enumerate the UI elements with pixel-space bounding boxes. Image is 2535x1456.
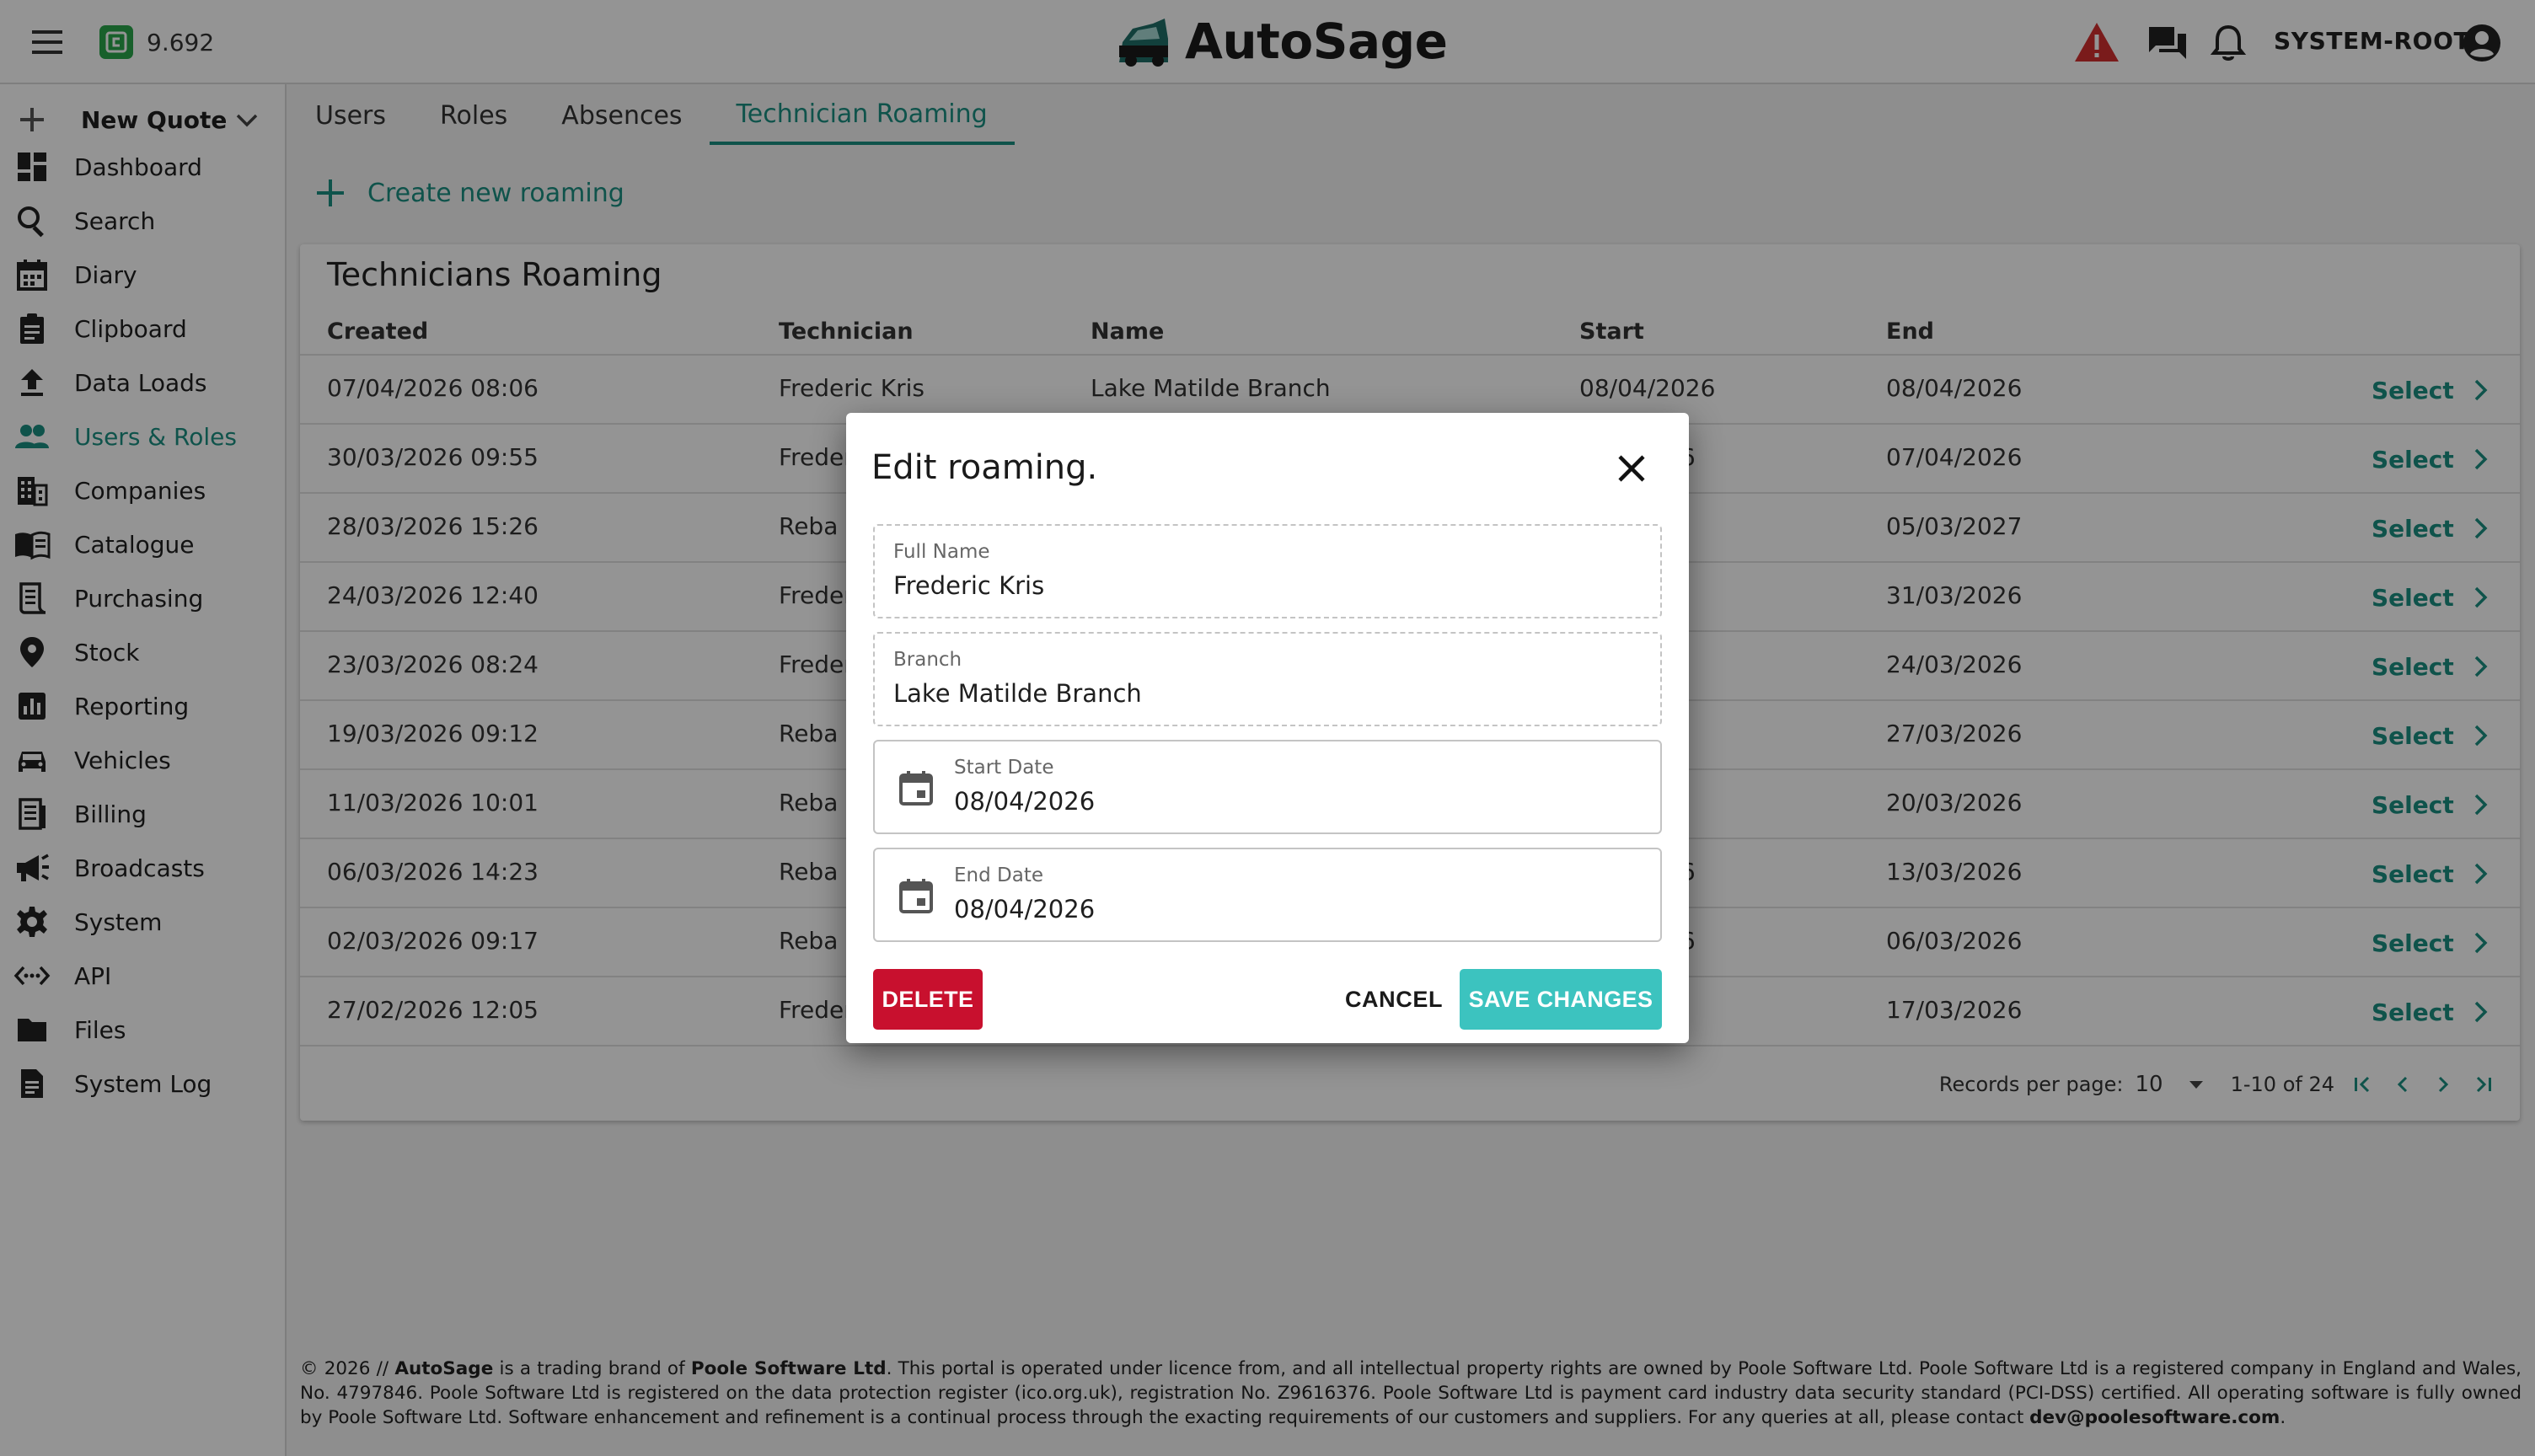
start-date-value: 08/04/2026: [954, 787, 1096, 816]
edit-roaming-dialog: Edit roaming. Full Name Frederic Kris Br…: [846, 413, 1689, 1043]
end-date-field[interactable]: End Date 08/04/2026: [873, 848, 1662, 942]
save-changes-button[interactable]: SAVE CHANGES: [1460, 969, 1662, 1030]
calendar-icon[interactable]: [895, 875, 937, 917]
end-date-value: 08/04/2026: [954, 895, 1096, 923]
end-date-label: End Date: [954, 864, 1043, 886]
branch-value: Lake Matilde Branch: [893, 679, 1142, 708]
cancel-button[interactable]: CANCEL: [1326, 969, 1461, 1030]
start-date-label: Start Date: [954, 757, 1054, 779]
full-name-label: Full Name: [893, 541, 990, 563]
branch-label: Branch: [893, 649, 962, 671]
close-icon[interactable]: [1610, 447, 1653, 490]
calendar-icon[interactable]: [895, 767, 937, 809]
delete-button[interactable]: DELETE: [873, 969, 983, 1030]
branch-field: Branch Lake Matilde Branch: [873, 632, 1662, 726]
dialog-title: Edit roaming.: [871, 448, 1098, 487]
full-name-field: Full Name Frederic Kris: [873, 524, 1662, 618]
full-name-value: Frederic Kris: [893, 571, 1045, 600]
start-date-field[interactable]: Start Date 08/04/2026: [873, 740, 1662, 834]
